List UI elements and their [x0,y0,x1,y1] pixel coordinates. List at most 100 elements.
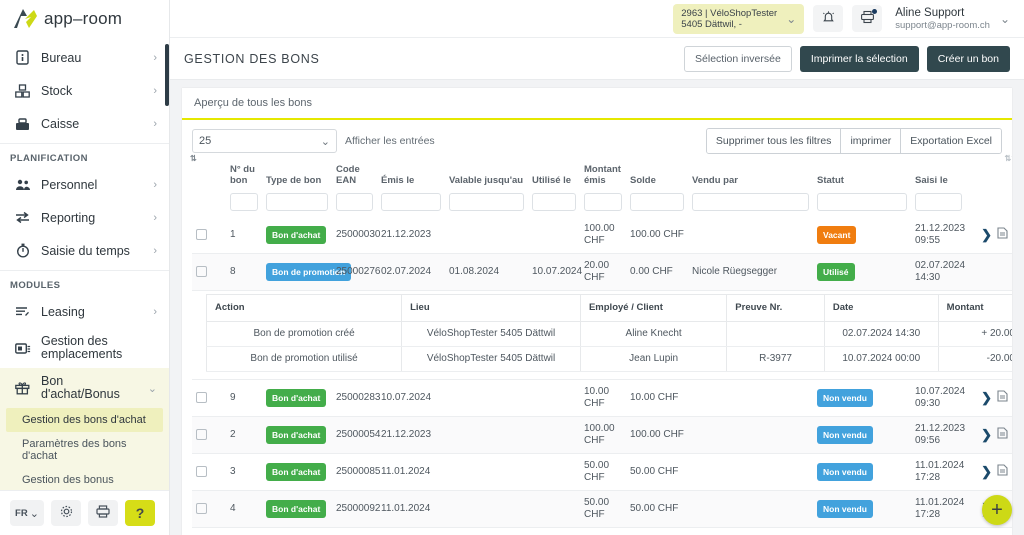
page-length-select[interactable]: 25 ⌄ [192,129,337,153]
print-button[interactable]: imprimer [840,129,900,153]
cell-solde: 0.00 CHF [626,254,688,291]
header-saisi[interactable]: Saisi le [911,162,966,191]
document-icon[interactable] [997,464,1008,480]
filter-montant[interactable] [580,191,626,217]
cell-utilise [528,454,580,491]
sidebar-item-gestion-des-emplacements[interactable]: Gestion des emplacements [0,328,169,368]
header-valable[interactable]: Valable jusqu'au [445,162,528,191]
language-selector[interactable]: FR ⌄ [10,500,44,526]
table-row[interactable]: 2Bon d'achat2500005421.12.2023100.00 CHF… [192,417,1012,454]
sidebar-item-caisse[interactable]: Caisse › [0,107,169,140]
chevron-right-icon: › [153,179,157,191]
create-bon-button[interactable]: Créer un bon [927,46,1010,72]
sidebar-item-leasing[interactable]: Leasing › [0,295,169,328]
sidebar-subitem-gestion-des-bons-dachat[interactable]: Gestion des bons d'achat [6,408,163,432]
table-row[interactable]: 3Bon d'achat2500008511.01.202450.00 CHF5… [192,454,1012,491]
filter-num[interactable] [226,191,262,217]
cell-montant: 100.00 CHF [580,217,626,254]
header-type[interactable]: Type de bon [262,162,332,191]
detail-action: Bon de promotion utilisé [207,347,402,372]
sidebar-item-personnel[interactable]: Personnel › [0,168,169,201]
table-row[interactable]: 4Bon d'achat2500009211.01.202450.00 CHF5… [192,491,1012,528]
header-emis[interactable]: Émis le [377,162,445,191]
header-statut[interactable]: Statut [813,162,911,191]
header-solde[interactable]: Solde [626,162,688,191]
bell-icon [821,10,836,28]
header-vendu[interactable]: Vendu par [688,162,813,191]
sidebar-subitem-parametres-des-bons-dachat[interactable]: Paramètres des bons d'achat [0,432,169,468]
header-ean[interactable]: Code EAN [332,162,377,191]
filter-type[interactable] [262,191,332,217]
filter-emis[interactable] [377,191,445,217]
cell-montant: 10.00 CHF [580,380,626,417]
cell-emis: 11.01.2024 [377,491,445,528]
row-checkbox-cell[interactable] [192,254,226,291]
notifications-button[interactable] [813,5,843,32]
sidebar-item-bureau[interactable]: Bureau › [0,41,169,74]
table-row[interactable]: 1Bon d'achat2500003021.12.2023100.00 CHF… [192,217,1012,254]
add-button[interactable]: + [982,495,1012,525]
detail-row: Bon de promotion utiliséVéloShopTester 5… [207,347,1013,372]
expand-row-icon[interactable]: ❯ [981,429,992,441]
sidebar-item-reporting[interactable]: Reporting › [0,201,169,234]
sidebar-scrollbar[interactable] [165,44,169,344]
export-excel-button[interactable]: Exportation Excel [900,129,1001,153]
help-button[interactable]: ? [125,500,155,526]
header-montant[interactable]: Montant émis [580,162,626,191]
filter-solde[interactable] [626,191,688,217]
filter-saisi[interactable] [911,191,966,217]
row-checkbox-cell[interactable] [192,491,226,528]
filter-valable[interactable] [445,191,528,217]
sidebar-item-bon-dachat-bonus[interactable]: Bon d'achat/Bonus ⌄ [0,368,169,408]
sidebar-subitem-gestion-des-bonus[interactable]: Gestion des bonus [0,468,169,490]
inverse-selection-button[interactable]: Sélection inversée [684,46,792,72]
row-checkbox[interactable] [196,429,207,440]
print-button[interactable] [88,500,118,526]
row-checkbox[interactable] [196,229,207,240]
expand-row-icon[interactable]: ❯ [981,392,992,404]
cell-saisi: 11.01.202417:28 [911,491,966,528]
row-checkbox[interactable] [196,503,207,514]
row-checkbox-cell[interactable] [192,528,226,535]
detail-header: Montant [938,295,1012,322]
expand-row-icon[interactable]: ❯ [981,229,992,241]
table-row[interactable]: 8Bon de promotion2500027602.07.202401.08… [192,254,1012,291]
people-icon [14,178,31,191]
table-row[interactable]: 5Bon d'achat2500010812.01.2024100.00 CHF… [192,528,1012,535]
chevron-down-icon: ⌄ [786,12,796,26]
filter-vendu[interactable] [688,191,813,217]
filter-statut[interactable] [813,191,911,217]
document-icon[interactable] [997,390,1008,406]
row-checkbox-cell[interactable] [192,454,226,491]
cell-vendu [688,454,813,491]
filter-utilise[interactable] [528,191,580,217]
sidebar-scrollbar-thumb[interactable] [165,44,169,106]
settings-button[interactable] [51,500,81,526]
clear-filters-button[interactable]: Supprimer tous les filtres [707,129,841,153]
row-checkbox[interactable] [196,392,207,403]
header-select[interactable]: ⇅ [192,162,226,191]
row-checkbox-cell[interactable] [192,417,226,454]
row-checkbox-cell[interactable] [192,380,226,417]
header-num[interactable]: N° du bon [226,162,262,191]
filter-ean[interactable] [332,191,377,217]
sidebar-item-stock[interactable]: Stock › [0,74,169,107]
gear-icon [60,505,73,521]
print-jobs-button[interactable] [852,5,882,32]
status-badge: Non vendu [817,389,873,407]
header-utilise[interactable]: Utilisé le [528,162,580,191]
row-checkbox-cell[interactable] [192,217,226,254]
chevron-right-icon: › [153,85,157,97]
sidebar-item-saisie-du-temps[interactable]: Saisie du temps › [0,234,169,267]
table-row[interactable]: 9Bon d'achat2500028310.07.202410.00 CHF1… [192,380,1012,417]
expand-row-icon[interactable]: ❯ [981,466,992,478]
row-checkbox[interactable] [196,466,207,477]
app-root: app–room Bureau › Stock › C [0,0,1024,535]
detail-row: Bon de promotion crééVéloShopTester 5405… [207,322,1013,347]
document-icon[interactable] [997,427,1008,443]
row-checkbox[interactable] [196,266,207,277]
user-menu[interactable]: Aline Support support@app-room.ch ⌄ [891,7,1010,31]
shop-selector[interactable]: 2963 | VéloShopTester 5405 Dättwil, - ⌄ [673,4,804,34]
print-selection-button[interactable]: Imprimer la sélection [800,46,919,72]
document-icon[interactable] [997,227,1008,243]
